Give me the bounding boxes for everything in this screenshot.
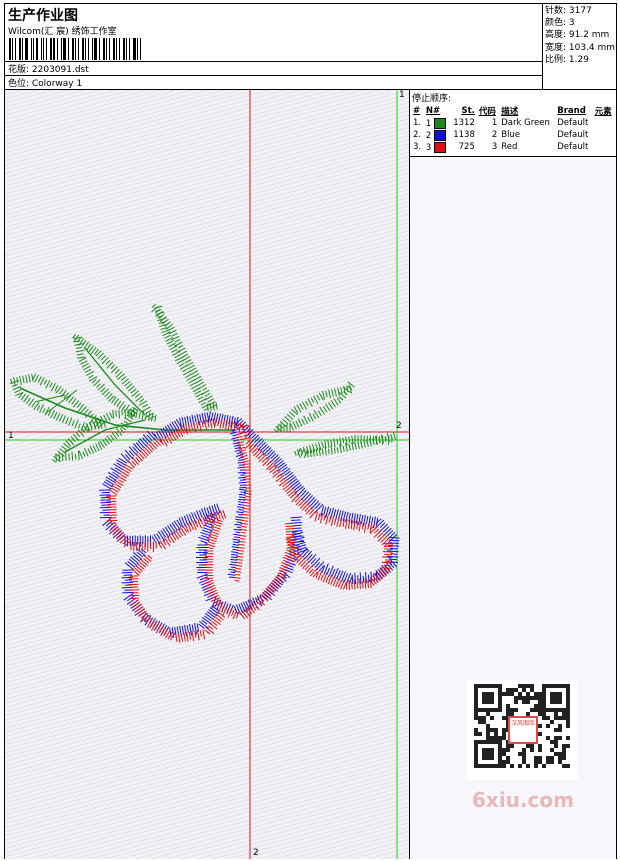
col-number: # — [413, 106, 421, 116]
row-stitches: 725 — [458, 142, 475, 152]
row-needle-cell: 3 — [424, 141, 450, 153]
col-description: 描述 — [501, 107, 519, 117]
design-canvas: 1 1 2 2 — [5, 90, 409, 859]
sheet-header: 生产作业图 Wilcom(汇 宸) 绣饰工作室 花版: 2203091.dst … — [5, 4, 616, 90]
header-divider — [5, 61, 616, 62]
guide-label-top-right: 1 — [399, 90, 405, 100]
stitch-layer — [10, 303, 400, 643]
row-brand: Default — [557, 118, 589, 128]
design-width: 宽度: 103.4 mm — [545, 42, 616, 53]
design-file: 花版: 2203091.dst — [8, 65, 89, 75]
row-description: Red — [501, 142, 518, 152]
qr-code: 汉风图库 — [466, 680, 578, 780]
sheet-title: 生产作业图 — [8, 8, 78, 24]
row-needle-cell: 1 — [424, 117, 450, 129]
watermark-stamp: 汉风图库 — [508, 716, 538, 744]
stop-sequence-panel: 停止顺序: # N# St. 代码 描述 Brand 元素 1. 1 1312 … — [410, 90, 616, 157]
color-swatch — [434, 141, 447, 153]
row-code: 1 — [491, 118, 498, 128]
row-element — [593, 129, 615, 141]
embroidery-preview — [5, 90, 409, 859]
row-element — [593, 141, 615, 153]
color-swatch — [434, 117, 447, 129]
guide-label-left: 1 — [8, 431, 14, 441]
row-stitches: 1138 — [453, 130, 475, 140]
row-needle: 3 — [425, 142, 432, 153]
studio-name: Wilcom(汇 宸) 绣饰工作室 — [8, 27, 117, 37]
row-code: 2 — [491, 130, 498, 140]
stop-sequence-title: 停止顺序: — [412, 94, 452, 104]
row-needle: 1 — [425, 118, 432, 129]
table-row: 1. 1 1312 1 Dark Green Default — [411, 117, 615, 129]
color-count: 颜色: 3 — [545, 18, 575, 29]
col-stitches: St. — [461, 106, 475, 116]
row-code: 3 — [491, 142, 498, 152]
stats-panel: 针数: 3177 颜色: 3 高度: 91.2 mm 宽度: 103.4 mm … — [542, 4, 616, 89]
guide-label-right: 2 — [396, 421, 402, 431]
col-brand: Brand — [557, 106, 586, 116]
row-stitches: 1312 — [453, 118, 475, 128]
colorway: 色位: Colorway 1 — [8, 79, 83, 89]
row-number: 3. — [413, 142, 422, 152]
header-divider-2 — [5, 75, 616, 76]
design-height: 高度: 91.2 mm — [545, 30, 610, 41]
row-brand: Default — [557, 130, 589, 140]
row-number: 2. — [413, 130, 422, 140]
watermark-site: 6xiu.com — [472, 788, 574, 812]
row-needle-cell: 2 — [424, 129, 450, 141]
guide-label-bottom: 2 — [253, 848, 259, 858]
table-header-row: # N# St. 代码 描述 Brand 元素 — [411, 105, 615, 117]
row-brand: Default — [557, 142, 589, 152]
barcode — [9, 38, 145, 60]
row-element — [593, 117, 615, 129]
stop-sequence-table: # N# St. 代码 描述 Brand 元素 1. 1 1312 1 Dark… — [411, 105, 615, 153]
table-row: 3. 3 725 3 Red Default — [411, 141, 615, 153]
row-needle: 2 — [425, 130, 432, 141]
row-description: Dark Green — [501, 118, 550, 128]
stitch-count: 针数: 3177 — [545, 6, 592, 16]
design-scale: 比例: 1.29 — [545, 54, 589, 65]
col-element: 元素 — [594, 107, 612, 117]
col-code: 代码 — [478, 107, 496, 117]
table-row: 2. 2 1138 2 Blue Default — [411, 129, 615, 141]
row-description: Blue — [501, 130, 521, 140]
color-swatch — [434, 129, 447, 141]
row-number: 1. — [413, 118, 422, 128]
col-needle: N# — [425, 106, 441, 116]
